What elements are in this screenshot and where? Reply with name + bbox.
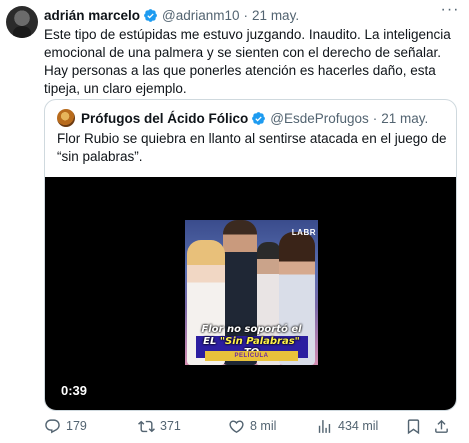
video-thumbnail: LABR Flor no soportó el EL "Sin Palabras…: [185, 220, 318, 365]
heart-icon: [229, 419, 244, 433]
bookmark-button[interactable]: [405, 416, 422, 436]
caption-highlight: "Sin Palabras": [219, 336, 300, 347]
quoted-author-avatar[interactable]: [57, 109, 75, 127]
bookmark-icon: [407, 418, 420, 434]
quoted-tweet-date[interactable]: 21 may.: [381, 111, 428, 126]
action-bar: 179 371 8 mil 434 mil: [44, 416, 456, 436]
retweet-button[interactable]: 371: [138, 416, 181, 436]
header-separator: ·: [243, 7, 249, 23]
tweet-date[interactable]: 21 may.: [252, 8, 299, 23]
author-handle[interactable]: @adrianm10: [162, 8, 240, 23]
like-button[interactable]: 8 mil: [228, 416, 276, 436]
caption-prefix: EL: [203, 336, 217, 347]
video-duration: 0:39: [61, 383, 88, 398]
author-avatar[interactable]: [6, 6, 38, 38]
quoted-header-separator: ·: [372, 110, 378, 126]
verified-badge-icon: [252, 111, 266, 125]
quoted-tweet[interactable]: Prófugos del Ácido Fólico @EsdeProfugos …: [44, 99, 457, 411]
quoted-author-name[interactable]: Prófugos del Ácido Fólico: [81, 111, 248, 126]
views-chart-icon: [318, 419, 331, 433]
verified-badge-icon: [144, 8, 157, 22]
reply-count: 179: [66, 419, 87, 433]
tweet[interactable]: adrián marcelo @adrianm10 · 21 may. ··· …: [0, 0, 469, 443]
quoted-author-handle[interactable]: @EsdeProfugos: [270, 111, 369, 126]
caption-line-1: Flor no soportó el: [201, 324, 302, 335]
thumbnail-sign: LABR: [291, 228, 316, 237]
reply-button[interactable]: 179: [44, 416, 87, 436]
retweet-icon: [138, 420, 155, 432]
caption-tag: PELÍCULA: [205, 351, 298, 361]
views-count: 434 mil: [338, 419, 379, 433]
video-player[interactable]: LABR Flor no soportó el EL "Sin Palabras…: [45, 177, 456, 410]
reply-icon: [45, 418, 60, 433]
share-button[interactable]: [433, 416, 450, 436]
author-name[interactable]: adrián marcelo: [44, 8, 140, 23]
tweet-header: adrián marcelo @adrianm10 · 21 may.: [44, 6, 299, 24]
retweet-count: 371: [160, 419, 181, 433]
views-button[interactable]: 434 mil: [316, 416, 378, 436]
more-dots-icon[interactable]: ···: [439, 2, 461, 22]
tweet-text: Este tipo de estúpidas me estuvo juzgand…: [44, 27, 451, 96]
like-count: 8 mil: [250, 419, 277, 433]
quoted-tweet-header: Prófugos del Ácido Fólico @EsdeProfugos …: [57, 108, 428, 128]
quoted-tweet-text: Flor Rubio se quiebra en llanto al senti…: [57, 131, 447, 164]
share-icon: [435, 419, 448, 433]
